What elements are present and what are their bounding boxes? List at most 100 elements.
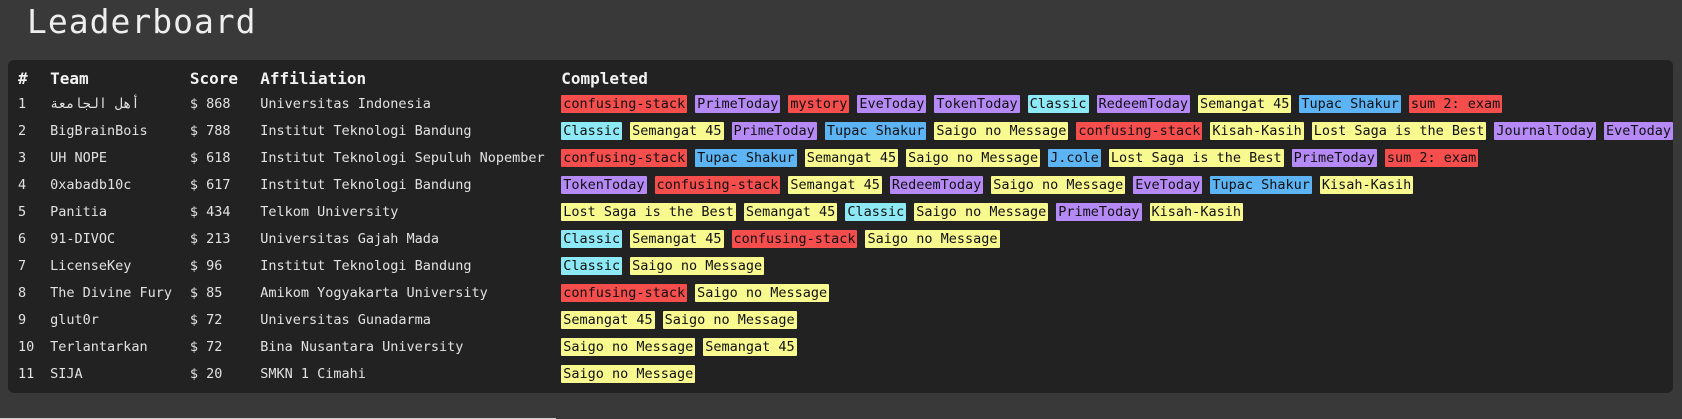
- challenge-tag-list: confusing-stack Tupac Shakur Semangat 45 Sa…: [561, 148, 1673, 167]
- challenge-tag: EveToday: [857, 94, 927, 113]
- team-cell[interactable]: Terlantarkan: [50, 333, 190, 360]
- team-cell[interactable]: UH NOPE: [50, 144, 190, 171]
- challenge-tag: Saigo no Message: [695, 283, 830, 302]
- challenge-tag-list: confusing-stack PrimeToday mystory EveToday…: [561, 94, 1673, 113]
- challenge-tag: JournalToday: [1494, 121, 1596, 140]
- challenge-tag: Saigo no Message: [914, 202, 1049, 221]
- challenge-tag: Kisah-Kasih: [1210, 121, 1304, 140]
- challenge-tag: confusing-stack: [654, 175, 781, 194]
- challenge-tag: Saigo no Message: [561, 337, 696, 356]
- challenge-tag: J.cole: [1048, 148, 1101, 167]
- challenge-tag: Saigo no Message: [662, 310, 797, 329]
- affiliation-cell: Telkom University: [260, 203, 399, 220]
- score-cell: $ 617: [189, 176, 231, 193]
- challenge-tag: EveToday: [1603, 121, 1673, 140]
- table-row: 4 0xabadb10c $ 617 Institut Teknologi Bandu…: [18, 171, 1673, 198]
- challenge-tag-list: Classic Semangat 45 PrimeToday Tupac Shakur…: [561, 121, 1673, 140]
- affiliation-cell: Institut Teknologi Bandung: [260, 176, 472, 193]
- challenge-tag: Classic: [561, 256, 623, 275]
- rank-cell: 10: [18, 338, 35, 355]
- leaderboard-table: # Team Score Affiliation Completed 1 أهل …: [18, 66, 1673, 387]
- completed-cell: Semangat 45 Saigo no Message: [561, 306, 1673, 333]
- score-cell: $ 20: [189, 365, 223, 382]
- score-cell: $ 618: [189, 149, 231, 166]
- team-cell[interactable]: 91-DIVOC: [50, 225, 190, 252]
- team-cell[interactable]: BigBrainBois: [50, 117, 190, 144]
- header-team: Team: [50, 68, 89, 88]
- affiliation-cell: Amikom Yogyakarta University: [260, 284, 488, 301]
- table-row: 11 SIJA $ 20 SMKN 1 Cimahi Saigo no Message: [18, 360, 1673, 387]
- completed-cell: Saigo no Message Semangat 45: [561, 333, 1673, 360]
- leaderboard-panel: # Team Score Affiliation Completed 1 أهل …: [8, 60, 1673, 393]
- challenge-tag: Kisah-Kasih: [1149, 202, 1243, 221]
- rank-cell: 9: [18, 311, 27, 328]
- challenge-tag: Semangat 45: [1197, 94, 1292, 113]
- affiliation-cell: Universitas Gunadarma: [260, 311, 431, 328]
- header-affiliation: Affiliation: [260, 68, 367, 88]
- challenge-tag: mystory: [788, 94, 850, 113]
- affiliation-cell: Institut Teknologi Bandung: [260, 122, 472, 139]
- team-cell[interactable]: SIJA: [50, 360, 190, 387]
- challenge-tag: Semangat 45: [703, 337, 797, 356]
- rank-cell: 5: [18, 203, 27, 220]
- score-cell: $ 85: [189, 284, 223, 301]
- challenge-tag: Classic: [561, 229, 623, 248]
- challenge-tag: Saigo no Message: [865, 229, 1000, 248]
- table-row: 2 BigBrainBois $ 788 Institut Teknologi Ban…: [18, 117, 1673, 144]
- challenge-tag: Saigo no Message: [906, 148, 1041, 167]
- rank-cell: 2: [18, 122, 27, 139]
- rank-cell: 3: [18, 149, 27, 166]
- challenge-tag: Classic: [1027, 94, 1089, 113]
- table-row: 8 The Divine Fury $ 85 Amikom Yogyakarta Un…: [18, 279, 1673, 306]
- team-cell[interactable]: أهل الجامعة: [50, 90, 190, 117]
- score-cell: $ 213: [189, 230, 231, 247]
- rank-cell: 6: [18, 230, 27, 247]
- challenge-tag: Saigo no Message: [630, 256, 765, 275]
- rank-cell: 11: [18, 365, 35, 382]
- page-title: Leaderboard: [27, 2, 257, 41]
- rank-cell: 8: [18, 284, 27, 301]
- challenge-tag: Semangat 45: [561, 310, 655, 329]
- challenge-tag: Lost Saga is the Best: [561, 202, 736, 221]
- challenge-tag: Saigo no Message: [934, 121, 1069, 140]
- challenge-tag: Tupac Shakur: [1210, 175, 1312, 194]
- challenge-tag: Saigo no Message: [561, 364, 696, 383]
- challenge-tag: confusing-stack: [561, 283, 688, 302]
- table-row: 10 Terlantarkan $ 72 Bina Nusantara Univers…: [18, 333, 1673, 360]
- challenge-tag: sum 2: exam: [1408, 94, 1503, 113]
- challenge-tag: Lost Saga is the Best: [1311, 121, 1487, 140]
- team-cell[interactable]: 0xabadb10c: [50, 171, 190, 198]
- challenge-tag-list: Semangat 45 Saigo no Message: [561, 310, 1673, 329]
- challenge-tag-list: confusing-stack Saigo no Message: [561, 283, 1673, 302]
- challenge-tag: Semangat 45: [743, 202, 838, 221]
- challenge-tag: Semangat 45: [630, 121, 724, 140]
- header-rank: #: [18, 68, 28, 88]
- challenge-tag: PrimeToday: [1291, 148, 1377, 167]
- header-completed: Completed: [561, 68, 648, 88]
- completed-cell: TokenToday confusing-stack Semangat 45 Rede…: [561, 171, 1673, 198]
- challenge-tag: confusing-stack: [561, 148, 688, 167]
- challenge-tag: EveToday: [1133, 175, 1203, 194]
- completed-cell: Classic Saigo no Message: [561, 252, 1673, 279]
- challenge-tag: Saigo no Message: [991, 175, 1126, 194]
- challenge-tag-list: Saigo no Message Semangat 45: [561, 337, 1673, 356]
- completed-cell: Lost Saga is the Best Semangat 45 Classic S…: [561, 198, 1673, 225]
- challenge-tag: Semangat 45: [804, 148, 899, 167]
- challenge-tag: Tupac Shakur: [824, 121, 927, 140]
- challenge-tag-list: Classic Saigo no Message: [561, 256, 1673, 275]
- challenge-tag: Tupac Shakur: [1299, 94, 1401, 113]
- challenge-tag: Tupac Shakur: [695, 148, 797, 167]
- header-score: Score: [189, 68, 239, 88]
- challenge-tag: TokenToday: [934, 94, 1020, 113]
- affiliation-cell: SMKN 1 Cimahi: [260, 365, 366, 382]
- team-cell[interactable]: The Divine Fury: [50, 279, 190, 306]
- team-cell[interactable]: glut0r: [50, 306, 190, 333]
- challenge-tag-list: Lost Saga is the Best Semangat 45 Classic S…: [561, 202, 1673, 221]
- table-row: 1 أهل الجامعة $ 868 Universitas Indonesia co…: [18, 90, 1673, 117]
- table-header-row: # Team Score Affiliation Completed: [18, 66, 1673, 90]
- challenge-tag: Semangat 45: [630, 229, 724, 248]
- team-cell[interactable]: Panitia: [50, 198, 190, 225]
- challenge-tag: PrimeToday: [731, 121, 817, 140]
- team-cell[interactable]: LicenseKey: [50, 252, 190, 279]
- completed-cell: confusing-stack Tupac Shakur Semangat 45 Sa…: [561, 144, 1673, 171]
